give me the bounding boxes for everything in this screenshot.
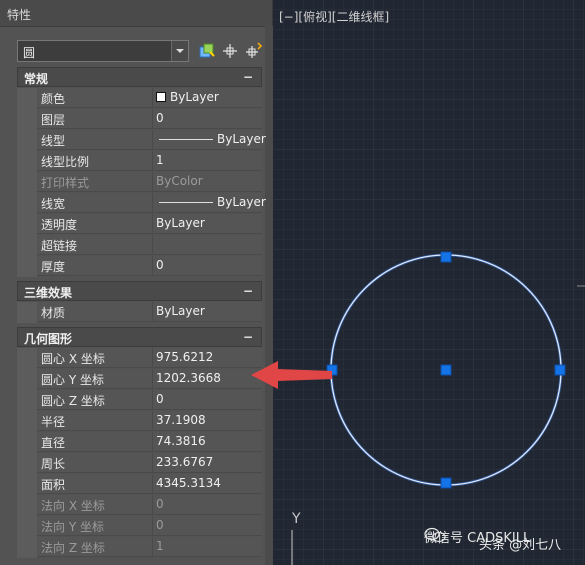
- section-3d-effects[interactable]: 三维效果 −: [17, 281, 262, 301]
- section-general[interactable]: 常规 −: [17, 67, 262, 87]
- property-value[interactable]: [153, 235, 262, 255]
- toggle-pickadd-icon[interactable]: [244, 41, 264, 61]
- object-type-dropdown[interactable]: 圆: [17, 40, 189, 62]
- property-label: 法向 Z 坐标: [37, 537, 153, 557]
- property-row-area[interactable]: 面积 4345.3134: [17, 474, 262, 495]
- property-label: 透明度: [37, 214, 153, 234]
- grip-quadrant-top[interactable]: [440, 251, 452, 263]
- property-value: 0: [153, 495, 262, 515]
- property-value[interactable]: 1202.3668: [153, 369, 262, 389]
- section-geometry-title: 几何图形: [24, 332, 73, 346]
- property-row-color[interactable]: 颜色 ByLayer: [17, 88, 262, 109]
- properties-palette: 特性 圆 常规 − 颜色 ByLayer 图层 0 线型 ByLayer 线型比…: [0, 0, 273, 565]
- property-label: 打印样式: [37, 172, 153, 192]
- property-value[interactable]: 233.6767: [153, 453, 262, 473]
- property-label: 线宽: [37, 193, 153, 213]
- property-label: 线型比例: [37, 151, 153, 171]
- property-label: 厚度: [37, 256, 153, 276]
- viewport-controls-label[interactable]: [−][俯视][二维线框]: [279, 8, 389, 25]
- section-3d-title: 三维效果: [24, 286, 73, 300]
- property-row-material[interactable]: 材质 ByLayer: [17, 302, 262, 323]
- property-value[interactable]: ByLayer: [153, 214, 262, 234]
- property-value[interactable]: 0: [153, 256, 262, 276]
- property-value[interactable]: ByLayer: [153, 302, 262, 322]
- property-row-center-z[interactable]: 圆心 Z 坐标 0: [17, 390, 262, 411]
- property-label: 材质: [37, 302, 153, 322]
- red-arrow-icon: [251, 361, 332, 389]
- grip-quadrant-bottom[interactable]: [440, 477, 452, 489]
- section-geometry[interactable]: 几何图形 −: [17, 327, 262, 347]
- grip-center[interactable]: [440, 364, 452, 376]
- property-label: 直径: [37, 432, 153, 452]
- property-row-hyperlink[interactable]: 超链接: [17, 235, 262, 256]
- property-value[interactable]: 37.1908: [153, 411, 262, 431]
- lineweight-sample-icon: [159, 202, 213, 203]
- property-row-diameter[interactable]: 直径 74.3816: [17, 432, 262, 453]
- property-row-normal-y[interactable]: 法向 Y 坐标 0: [17, 516, 262, 537]
- chevron-down-icon[interactable]: [171, 41, 188, 61]
- property-value: 1: [153, 537, 262, 557]
- property-label: 周长: [37, 453, 153, 473]
- property-row-plot-style[interactable]: 打印样式 ByColor: [17, 172, 262, 193]
- collapse-icon[interactable]: −: [243, 70, 253, 84]
- property-label: 线型: [37, 130, 153, 150]
- property-row-normal-x[interactable]: 法向 X 坐标 0: [17, 495, 262, 516]
- palette-titlebar[interactable]: 特性: [0, 0, 272, 27]
- property-value[interactable]: 0: [153, 390, 262, 410]
- property-row-normal-z[interactable]: 法向 Z 坐标 1: [17, 537, 262, 558]
- linetype-value: ByLayer: [217, 132, 266, 146]
- lineweight-value: ByLayer: [217, 195, 266, 209]
- collapse-icon[interactable]: −: [243, 330, 253, 344]
- property-value[interactable]: 975.6212: [153, 348, 262, 368]
- ucs-y-label: Y: [292, 511, 301, 527]
- author-tag: 头条 @刘七八: [479, 538, 562, 553]
- property-row-linetype[interactable]: 线型 ByLayer: [17, 130, 266, 151]
- linetype-sample-icon: [159, 139, 213, 140]
- property-value[interactable]: 1: [153, 151, 262, 171]
- drawing-viewport[interactable]: [−][俯视][二维线框] Y 微信号 CADSKILL 头条 @刘七八: [274, 0, 585, 565]
- property-row-thickness[interactable]: 厚度 0: [17, 256, 262, 277]
- viewport-canvas[interactable]: [274, 0, 585, 565]
- wechat-icon: [424, 527, 446, 543]
- property-row-lineweight[interactable]: 线宽 ByLayer: [17, 193, 266, 214]
- grip-quadrant-right[interactable]: [554, 364, 566, 376]
- property-row-circumference[interactable]: 周长 233.6767: [17, 453, 262, 474]
- color-value: ByLayer: [170, 90, 219, 104]
- property-value[interactable]: 74.3816: [153, 432, 262, 452]
- property-row-transparency[interactable]: 透明度 ByLayer: [17, 214, 262, 235]
- quick-select-icon[interactable]: [197, 41, 217, 61]
- grid: [274, 0, 585, 565]
- object-type-value: 圆: [23, 46, 36, 60]
- select-objects-icon[interactable]: [220, 41, 240, 61]
- property-label: 圆心 Z 坐标: [37, 390, 153, 410]
- property-value[interactable]: ByLayer: [153, 130, 266, 150]
- collapse-icon[interactable]: −: [243, 284, 253, 298]
- palette-side-strip[interactable]: [265, 26, 273, 565]
- property-label: 图层: [37, 109, 153, 129]
- property-row-layer[interactable]: 图层 0: [17, 109, 262, 130]
- property-label: 法向 Y 坐标: [37, 516, 153, 536]
- property-label: 超链接: [37, 235, 153, 255]
- property-value: 0: [153, 516, 262, 536]
- section-general-title: 常规: [24, 72, 49, 86]
- property-label: 法向 X 坐标: [37, 495, 153, 515]
- property-label: 圆心 Y 坐标: [37, 369, 153, 389]
- property-row-linetype-scale[interactable]: 线型比例 1: [17, 151, 262, 172]
- property-value[interactable]: ByColor: [153, 172, 262, 192]
- palette-title: 特性: [7, 8, 32, 22]
- property-label: 圆心 X 坐标: [37, 348, 153, 368]
- color-swatch-icon: [156, 92, 166, 102]
- property-value[interactable]: ByLayer: [153, 88, 262, 108]
- property-row-center-x[interactable]: 圆心 X 坐标 975.6212: [17, 348, 262, 369]
- property-label: 面积: [37, 474, 153, 494]
- property-label: 颜色: [37, 88, 153, 108]
- property-value[interactable]: ByLayer: [153, 193, 266, 213]
- property-label: 半径: [37, 411, 153, 431]
- property-value[interactable]: 4345.3134: [153, 474, 262, 494]
- property-value[interactable]: 0: [153, 109, 262, 129]
- property-row-center-y[interactable]: 圆心 Y 坐标 1202.3668: [17, 369, 262, 390]
- property-row-radius[interactable]: 半径 37.1908: [17, 411, 262, 432]
